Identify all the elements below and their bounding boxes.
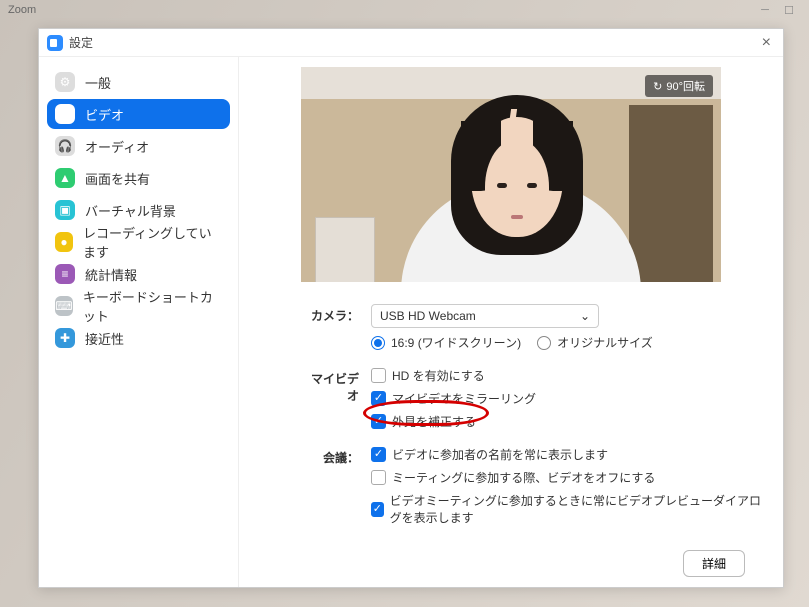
camera-label: カメラ：	[301, 304, 371, 357]
sidebar-item-label: キーボードショートカット	[83, 287, 222, 325]
radio-label: オリジナルサイズ	[557, 334, 653, 351]
share-screen-icon: ▲	[55, 168, 75, 188]
settings-sidebar: ⚙ 一般 ビデオ 🎧 オーディオ ▲ 画面を共有 ▣ バーチャル背景	[39, 57, 239, 587]
hd-checkbox[interactable]: HD を有効にする	[371, 367, 763, 384]
os-titlebar: Zoom ─ ☐	[0, 0, 809, 20]
checkbox-label: ビデオに参加者の名前を常に表示します	[392, 446, 608, 463]
video-settings-form: カメラ： USB HD Webcam ⌄ 16:9 (ワイドスクリーン)	[301, 304, 763, 542]
sidebar-item-label: 接近性	[85, 329, 124, 348]
checkbox-label: マイビデオをミラーリング	[392, 390, 536, 407]
rotate-label: 90°回転	[666, 78, 705, 94]
sidebar-item-label: レコーディングしています	[83, 223, 222, 261]
sidebar-item-general[interactable]: ⚙ 一般	[47, 67, 230, 97]
rotate-icon: ↻	[653, 80, 662, 93]
headphones-icon: 🎧	[55, 136, 75, 156]
checkbox-on-icon	[371, 414, 386, 429]
sidebar-item-stats[interactable]: ≡ 統計情報	[47, 259, 230, 289]
sidebar-item-share[interactable]: ▲ 画面を共有	[47, 163, 230, 193]
sidebar-item-label: バーチャル背景	[85, 201, 176, 220]
chevron-down-icon: ⌄	[580, 309, 590, 323]
checkbox-off-icon	[371, 470, 386, 485]
touchup-checkbox[interactable]: 外見を補正する	[371, 413, 763, 430]
checkbox-on-icon	[371, 447, 386, 462]
sidebar-item-accessibility[interactable]: ✚ 接近性	[47, 323, 230, 353]
settings-dialog: 設定 × ⚙ 一般 ビデオ 🎧 オーディオ ▲ 画面を共有	[38, 28, 784, 588]
meeting-label: 会議：	[301, 446, 371, 532]
myvideo-label: マイビデオ	[301, 367, 371, 436]
button-label: 詳細	[702, 557, 726, 571]
checkbox-label: 外見を補正する	[392, 413, 476, 430]
sidebar-item-recording[interactable]: ● レコーディングしています	[47, 227, 230, 257]
sidebar-item-label: 統計情報	[85, 265, 137, 284]
maximize-icon[interactable]: ☐	[777, 4, 801, 17]
radio-off-icon	[537, 336, 551, 350]
rotate-button[interactable]: ↻ 90°回転	[645, 75, 713, 97]
dialog-title: 設定	[69, 34, 93, 51]
settings-content: ↻ 90°回転 カメラ： USB HD Webcam ⌄	[239, 57, 783, 587]
sidebar-item-label: ビデオ	[85, 105, 124, 124]
radio-on-icon	[371, 336, 385, 350]
close-icon[interactable]: ×	[758, 34, 775, 52]
camera-value: USB HD Webcam	[380, 309, 476, 323]
zoom-icon	[47, 35, 63, 51]
preview-dialog-checkbox[interactable]: ビデオミーティングに参加するときに常にビデオプレビューダイアログを表示します	[371, 492, 763, 526]
show-names-checkbox[interactable]: ビデオに参加者の名前を常に表示します	[371, 446, 763, 463]
image-icon: ▣	[55, 200, 75, 220]
video-preview: ↻ 90°回転	[301, 67, 721, 282]
sidebar-item-label: 一般	[85, 73, 111, 92]
gear-icon: ⚙	[55, 72, 75, 92]
checkbox-label: HD を有効にする	[392, 367, 485, 384]
sidebar-item-audio[interactable]: 🎧 オーディオ	[47, 131, 230, 161]
mirror-checkbox[interactable]: マイビデオをミラーリング	[371, 390, 763, 407]
checkbox-label: ミーティングに参加する際、ビデオをオフにする	[392, 469, 655, 486]
sidebar-item-label: 画面を共有	[85, 169, 150, 188]
video-off-join-checkbox[interactable]: ミーティングに参加する際、ビデオをオフにする	[371, 469, 763, 486]
sidebar-item-keyboard[interactable]: ⌨ キーボードショートカット	[47, 291, 230, 321]
keyboard-icon: ⌨	[55, 296, 73, 316]
checkbox-off-icon	[371, 368, 386, 383]
app-title: Zoom	[8, 4, 36, 16]
aspect-original-radio[interactable]: オリジナルサイズ	[537, 334, 653, 351]
checkbox-on-icon	[371, 391, 386, 406]
advanced-button[interactable]: 詳細	[683, 550, 745, 577]
aspect-wide-radio[interactable]: 16:9 (ワイドスクリーン)	[371, 334, 521, 351]
sidebar-item-label: オーディオ	[85, 137, 149, 156]
radio-label: 16:9 (ワイドスクリーン)	[391, 334, 521, 351]
video-icon	[55, 104, 75, 124]
record-icon: ●	[55, 232, 73, 252]
preview-scene	[301, 67, 721, 282]
minimize-icon[interactable]: ─	[753, 4, 777, 16]
sidebar-item-virtual-bg[interactable]: ▣ バーチャル背景	[47, 195, 230, 225]
checkbox-label: ビデオミーティングに参加するときに常にビデオプレビューダイアログを表示します	[390, 492, 763, 526]
sidebar-item-video[interactable]: ビデオ	[47, 99, 230, 129]
stats-icon: ≡	[55, 264, 75, 284]
dialog-header: 設定 ×	[39, 29, 783, 57]
camera-select[interactable]: USB HD Webcam ⌄	[371, 304, 599, 328]
checkbox-on-icon	[371, 502, 384, 517]
accessibility-icon: ✚	[55, 328, 75, 348]
